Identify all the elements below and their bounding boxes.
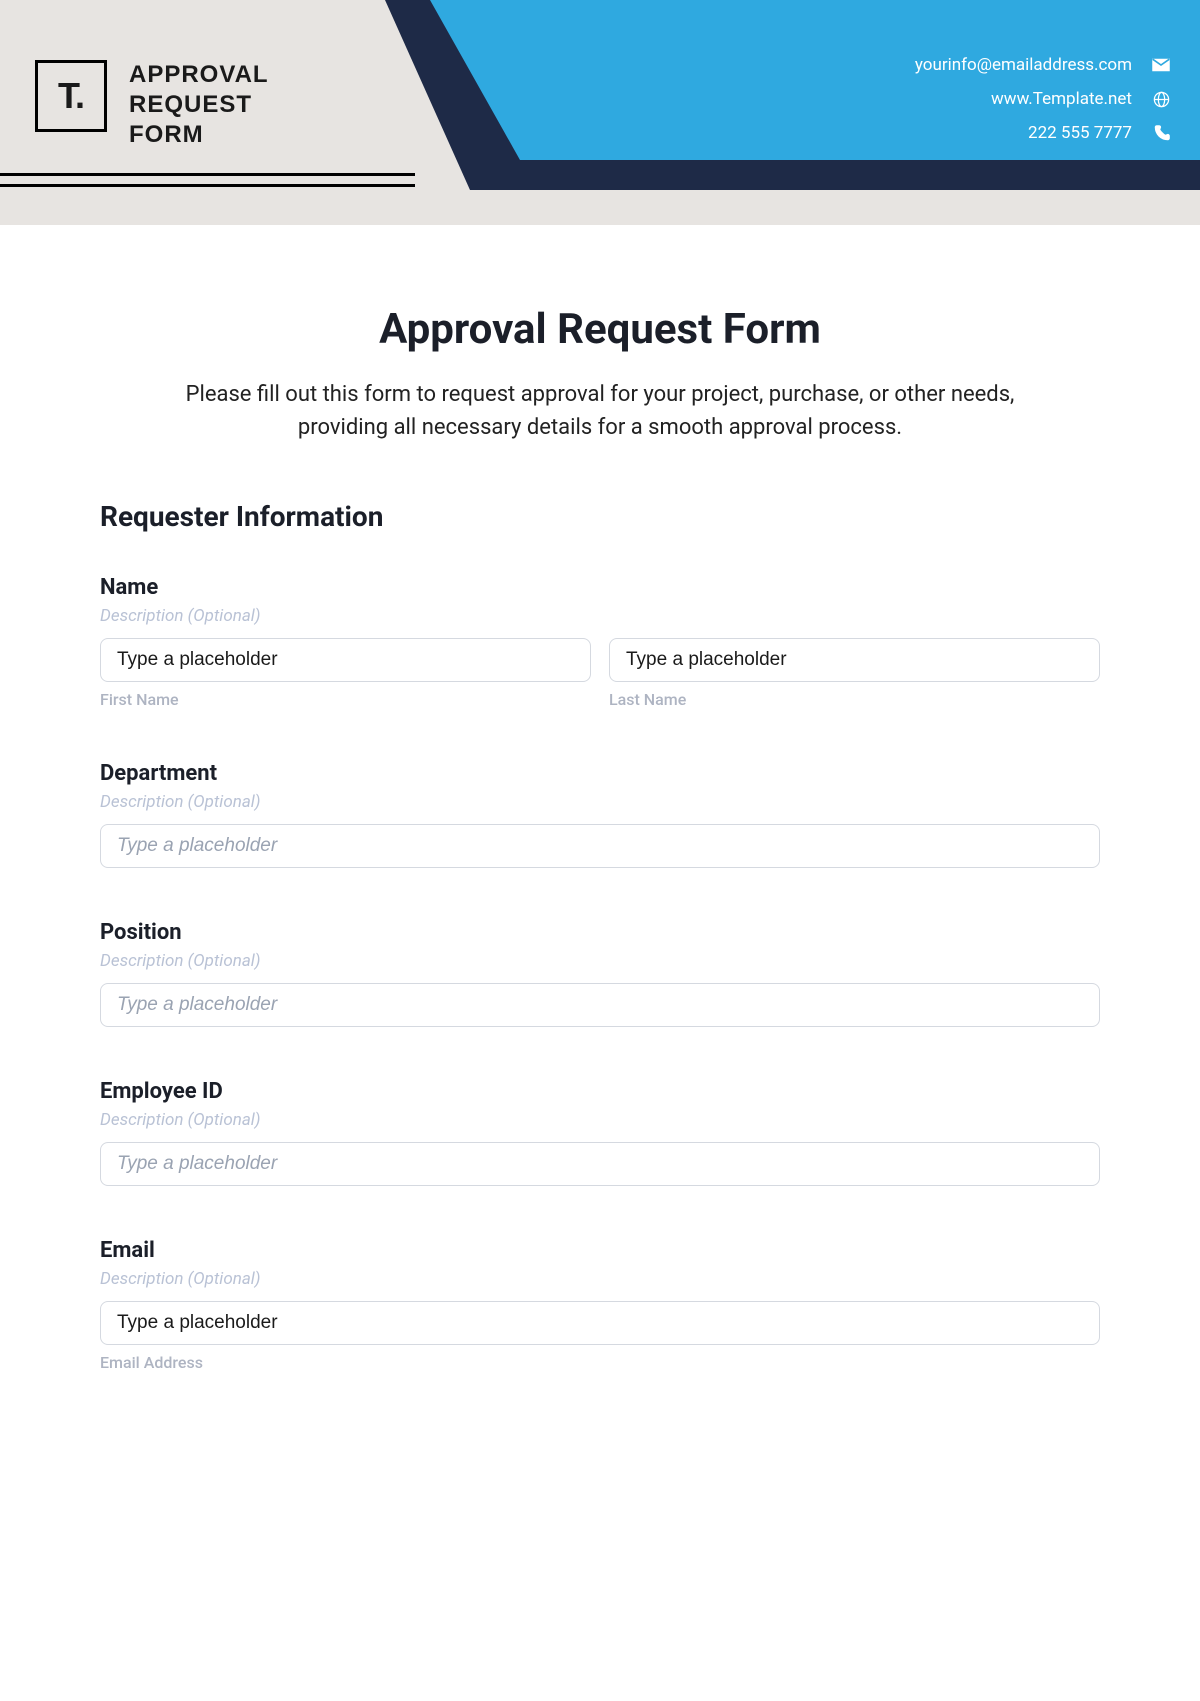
last-name-input[interactable] bbox=[609, 638, 1100, 682]
form-intro: Please fill out this form to request app… bbox=[150, 378, 1050, 444]
desc-position: Description (Optional) bbox=[100, 951, 1100, 971]
desc-email: Description (Optional) bbox=[100, 1269, 1100, 1289]
label-position: Position bbox=[100, 920, 1100, 945]
logo-text: T. bbox=[58, 75, 84, 117]
email-icon bbox=[1150, 54, 1172, 76]
form-content: Approval Request Form Please fill out th… bbox=[0, 225, 1200, 1372]
position-input[interactable] bbox=[100, 983, 1100, 1027]
logo-mark: T. bbox=[35, 60, 107, 132]
desc-employee-id: Description (Optional) bbox=[100, 1110, 1100, 1130]
header-title-line1: APPROVAL bbox=[129, 60, 269, 90]
header-title-line2: REQUEST bbox=[129, 90, 269, 120]
logo-block: T. APPROVAL REQUEST FORM bbox=[35, 60, 269, 150]
field-position: Position Description (Optional) bbox=[100, 920, 1100, 1027]
contact-website: www.Template.net bbox=[991, 89, 1132, 109]
contact-block: yourinfo@emailaddress.com www.Template.n… bbox=[915, 48, 1172, 150]
field-email: Email Description (Optional) Email Addre… bbox=[100, 1238, 1100, 1372]
header-title-line3: FORM bbox=[129, 120, 269, 150]
sublabel-last-name: Last Name bbox=[609, 690, 1100, 709]
form-title: Approval Request Form bbox=[100, 305, 1100, 354]
field-employee-id: Employee ID Description (Optional) bbox=[100, 1079, 1100, 1186]
field-name: Name Description (Optional) First Name L… bbox=[100, 575, 1100, 709]
desc-name: Description (Optional) bbox=[100, 606, 1100, 626]
employee-id-input[interactable] bbox=[100, 1142, 1100, 1186]
contact-email: yourinfo@emailaddress.com bbox=[915, 55, 1132, 75]
field-department: Department Description (Optional) bbox=[100, 761, 1100, 868]
label-name: Name bbox=[100, 575, 1100, 600]
header-title: APPROVAL REQUEST FORM bbox=[129, 60, 269, 150]
header-band: T. APPROVAL REQUEST FORM yourinfo@emaila… bbox=[0, 0, 1200, 225]
section-heading-requester: Requester Information bbox=[100, 500, 1100, 533]
header-double-underline bbox=[0, 173, 415, 187]
sublabel-email: Email Address bbox=[100, 1353, 1100, 1372]
contact-phone: 222 555 7777 bbox=[1028, 123, 1132, 143]
label-department: Department bbox=[100, 761, 1100, 786]
label-email: Email bbox=[100, 1238, 1100, 1263]
phone-icon bbox=[1150, 122, 1172, 144]
department-input[interactable] bbox=[100, 824, 1100, 868]
desc-department: Description (Optional) bbox=[100, 792, 1100, 812]
sublabel-first-name: First Name bbox=[100, 690, 591, 709]
email-input[interactable] bbox=[100, 1301, 1100, 1345]
label-employee-id: Employee ID bbox=[100, 1079, 1100, 1104]
first-name-input[interactable] bbox=[100, 638, 591, 682]
globe-icon bbox=[1150, 88, 1172, 110]
